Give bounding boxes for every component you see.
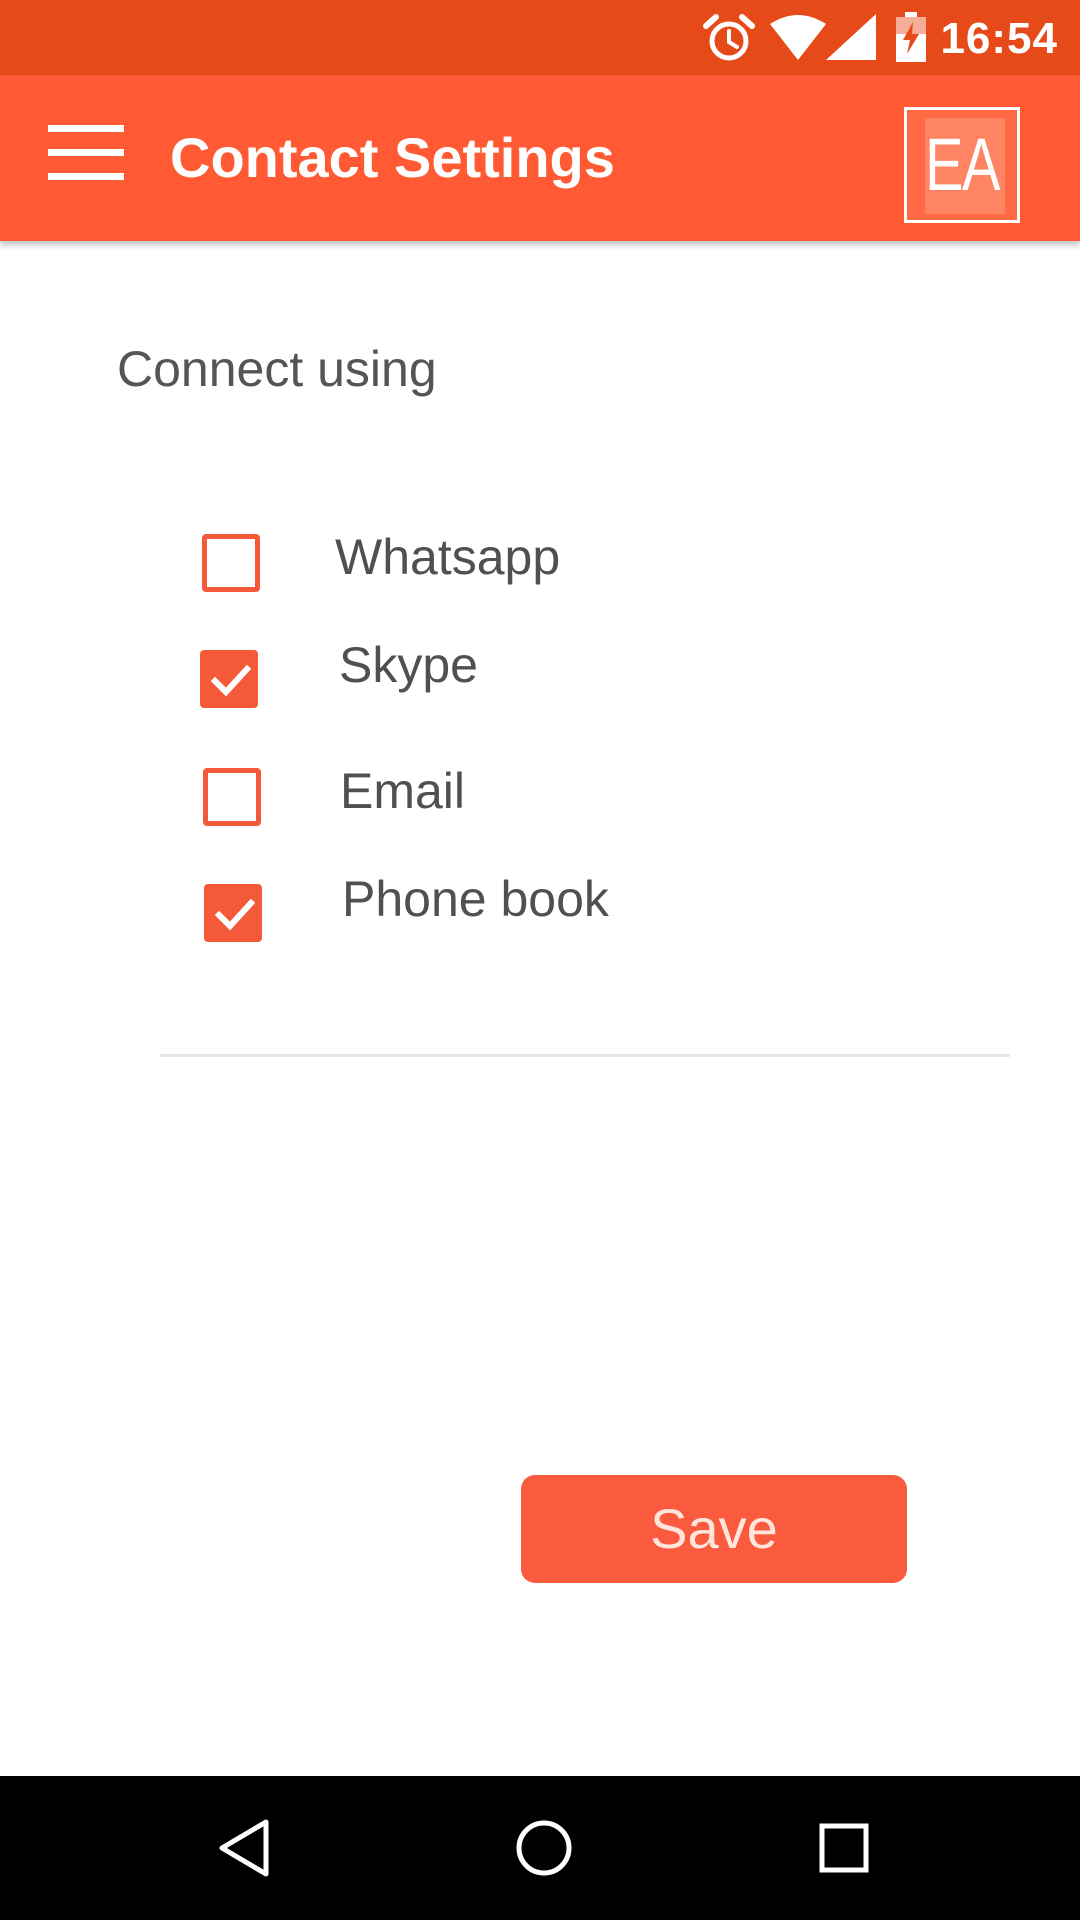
app-bar: Contact Settings EA (0, 75, 1080, 241)
whatsapp-checkbox[interactable] (202, 534, 260, 592)
check-icon (214, 898, 256, 931)
recents-icon[interactable] (818, 1822, 870, 1874)
wifi-icon (770, 15, 826, 60)
app-logo[interactable]: EA (904, 107, 1020, 223)
phone-book-label: Phone book (342, 871, 609, 927)
skype-label: Skype (339, 637, 478, 693)
option-phone-book[interactable]: Phone book (200, 870, 660, 942)
option-email[interactable]: Email (200, 762, 600, 832)
page-title: Contact Settings (170, 126, 615, 189)
email-label: Email (340, 763, 466, 819)
option-skype[interactable]: Skype (200, 636, 600, 708)
hamburger-menu-icon[interactable] (40, 125, 126, 191)
back-icon[interactable] (216, 1818, 272, 1878)
skype-checkbox[interactable] (200, 650, 258, 708)
check-icon (210, 664, 252, 697)
email-checkbox[interactable] (203, 768, 261, 826)
logo-text: EA (925, 123, 1000, 206)
navigation-bar (0, 1776, 1080, 1920)
save-button[interactable]: Save (521, 1475, 907, 1583)
section-label: Connect using (117, 341, 437, 397)
signal-icon (826, 14, 876, 60)
divider (160, 1054, 1010, 1057)
battery-charging-icon (896, 12, 926, 62)
home-icon[interactable] (514, 1818, 574, 1878)
whatsapp-label: Whatsapp (335, 529, 561, 585)
status-time: 16:54 (940, 14, 1058, 63)
status-bar: 16:54 (0, 0, 1080, 75)
option-whatsapp[interactable]: Whatsapp (200, 528, 600, 598)
alarm-icon (703, 14, 755, 61)
phone-book-checkbox[interactable] (204, 884, 262, 942)
